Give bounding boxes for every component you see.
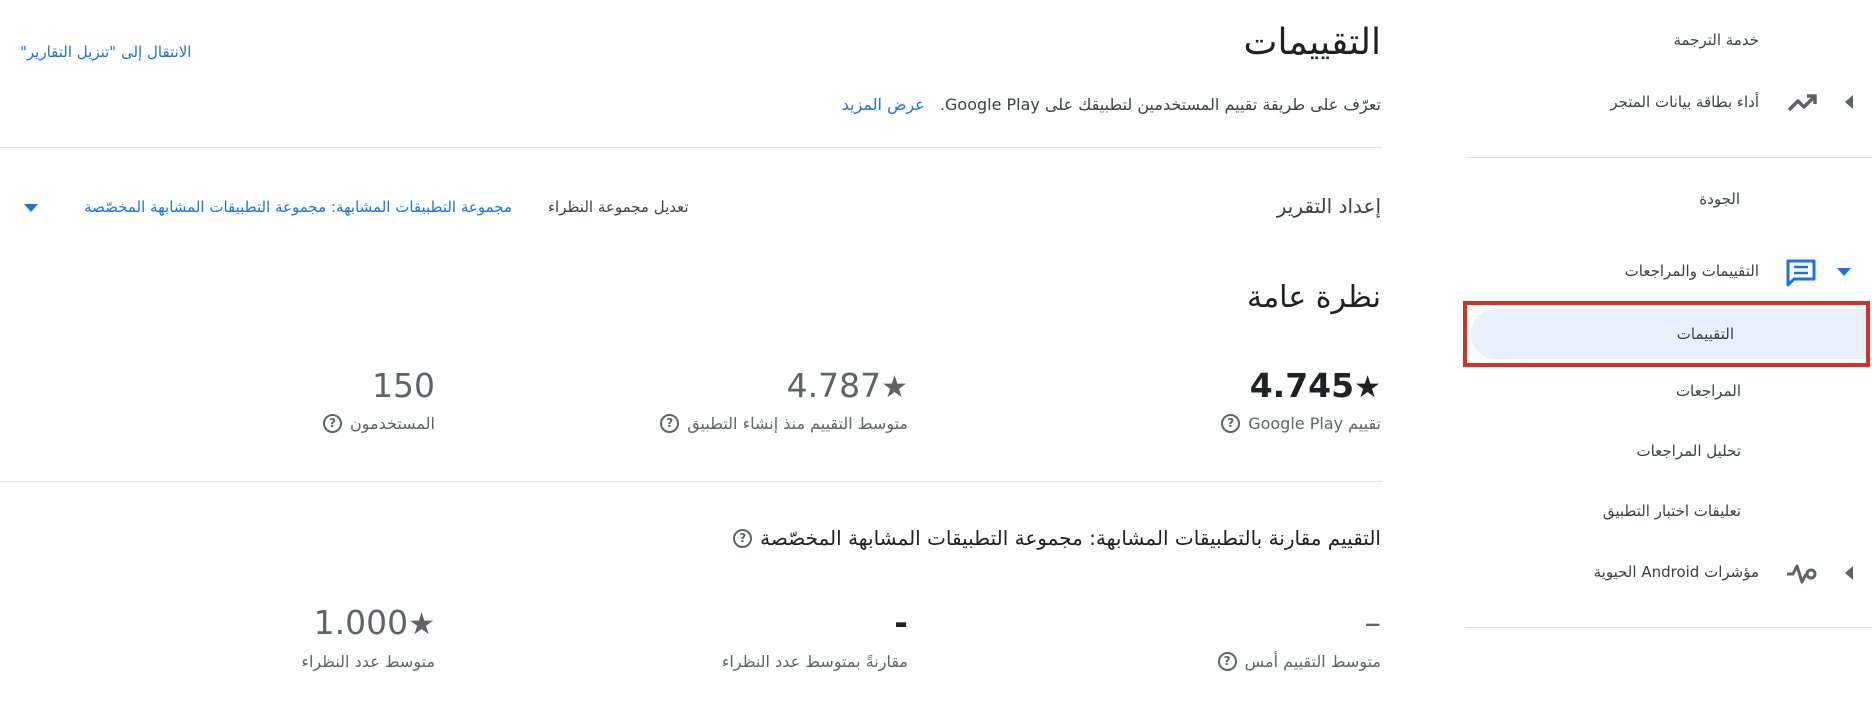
sidebar-section-quality: الجودة [1699,190,1740,208]
vitals-pulse-icon [1787,564,1817,584]
metric-label-text: المستخدمون [350,414,435,433]
overview-title: نظرة عامة [1247,280,1381,315]
overview-divider [0,481,1382,482]
sidebar-item-ratings-and-reviews[interactable]: التقييمات والمراجعات [1455,254,1872,290]
sidebar-item-translation-service[interactable]: خدمة الترجمة [1673,31,1759,49]
sidebar-item-label: أداء بطاقة بيانات المتجر [1610,93,1759,111]
description-text: تعرّف على طريقة تقييم المستخدمين لتطبيقك… [939,95,1381,114]
caret-left-icon [1845,566,1853,580]
metric-value: 4.787 [786,366,882,405]
sidebar-divider [1465,627,1872,628]
sidebar-item-ratings-highlight: التقييمات [1463,301,1870,367]
header-divider [0,147,1382,148]
star-icon: ★ [1354,370,1381,405]
page-title: التقييمات [1243,22,1381,63]
sidebar-item-reviews-analysis[interactable]: تحليل المراجعات [1636,442,1741,460]
metric-value: 1.000 [313,603,409,642]
metric-value: 150 [372,366,435,405]
help-icon[interactable]: ? [1217,652,1237,671]
trending-up-icon [1787,94,1817,112]
sidebar-item-label: التقييمات والمراجعات [1624,262,1759,280]
sidebar-item-reviews[interactable]: المراجعات [1676,382,1741,400]
sidebar-item-label: مؤشرات Android الحيوية [1593,563,1759,581]
metric-value: - [894,603,908,642]
metric-label-text: متوسط التقييم أمس [1244,652,1381,671]
peer-median-value: ★1.000 [314,603,435,642]
sidebar-item-android-vitals[interactable]: مؤشرات Android الحيوية [1455,558,1872,590]
metric-label-text: مقارنةً بمتوسط عدد النظراء [721,652,908,671]
metric-value: 4.745 [1249,366,1355,405]
star-icon: ★ [881,370,908,405]
peer-median-label: متوسط عدد النظراء [301,652,435,671]
dropdown-arrow-icon [24,204,38,212]
help-icon[interactable]: ? [1221,414,1241,433]
learn-more-link[interactable]: عرض المزيد [842,95,925,114]
users-count-label: المستخدمون ? [323,414,435,433]
comparison-title: التقييم مقارنة بالتطبيقات المشابهة: مجمو… [733,526,1381,550]
yesterday-average-rating-label: متوسط التقييم أمس ? [1217,652,1381,671]
sidebar-item-testing-feedback[interactable]: تعليقات اختبار التطبيق [1603,502,1741,520]
sidebar-item-ratings[interactable]: التقييمات [1471,309,1866,359]
compared-to-peer-median-value: - [894,603,908,642]
metric-value: – [1364,603,1382,642]
comparison-title-text: التقييم مقارنة بالتطبيقات المشابهة: مجمو… [760,526,1381,550]
edit-peer-group-link[interactable]: تعديل مجموعة النظراء [548,198,689,216]
peer-group-select-value: مجموعة التطبيقات المشابهة: مجموعة التطبي… [84,198,512,216]
goto-reports-link[interactable]: الانتقال إلى "تنزيل التقارير" [20,43,191,61]
google-play-rating-value: ★4.745 [1250,366,1381,405]
star-icon: ★ [408,607,435,642]
google-play-rating-label: تقييم Google Play ? [1221,414,1381,433]
sidebar: خدمة الترجمة أداء بطاقة بيانات المتجر ال… [1455,0,1872,703]
help-icon[interactable]: ? [323,414,343,433]
caret-down-icon [1837,268,1851,276]
average-rating-since-launch-label: متوسط التقييم منذ إنشاء التطبيق ? [660,414,908,433]
metric-label-text: تقييم Google Play [1248,414,1381,433]
feedback-comment-icon [1786,259,1816,287]
page-description: تعرّف على طريقة تقييم المستخدمين لتطبيقك… [842,95,1381,114]
caret-left-icon [1845,95,1853,109]
peer-group-select[interactable]: مجموعة التطبيقات المشابهة: مجموعة التطبي… [22,196,516,220]
sidebar-divider [1465,157,1872,158]
report-setup-label: إعداد التقرير [1276,194,1381,218]
sidebar-item-store-listing-performance[interactable]: أداء بطاقة بيانات المتجر [1455,88,1872,120]
yesterday-average-rating-value: – [1365,603,1382,642]
metric-label-text: متوسط عدد النظراء [301,652,435,671]
users-count-value: 150 [372,366,435,405]
average-rating-since-launch-value: ★4.787 [787,366,908,405]
help-icon[interactable]: ? [733,528,753,548]
compared-to-peer-median-label: مقارنةً بمتوسط عدد النظراء [722,652,908,671]
sidebar-item-label: التقييمات [1676,325,1734,343]
help-icon[interactable]: ? [660,414,680,433]
metric-label-text: متوسط التقييم منذ إنشاء التطبيق [687,414,908,433]
